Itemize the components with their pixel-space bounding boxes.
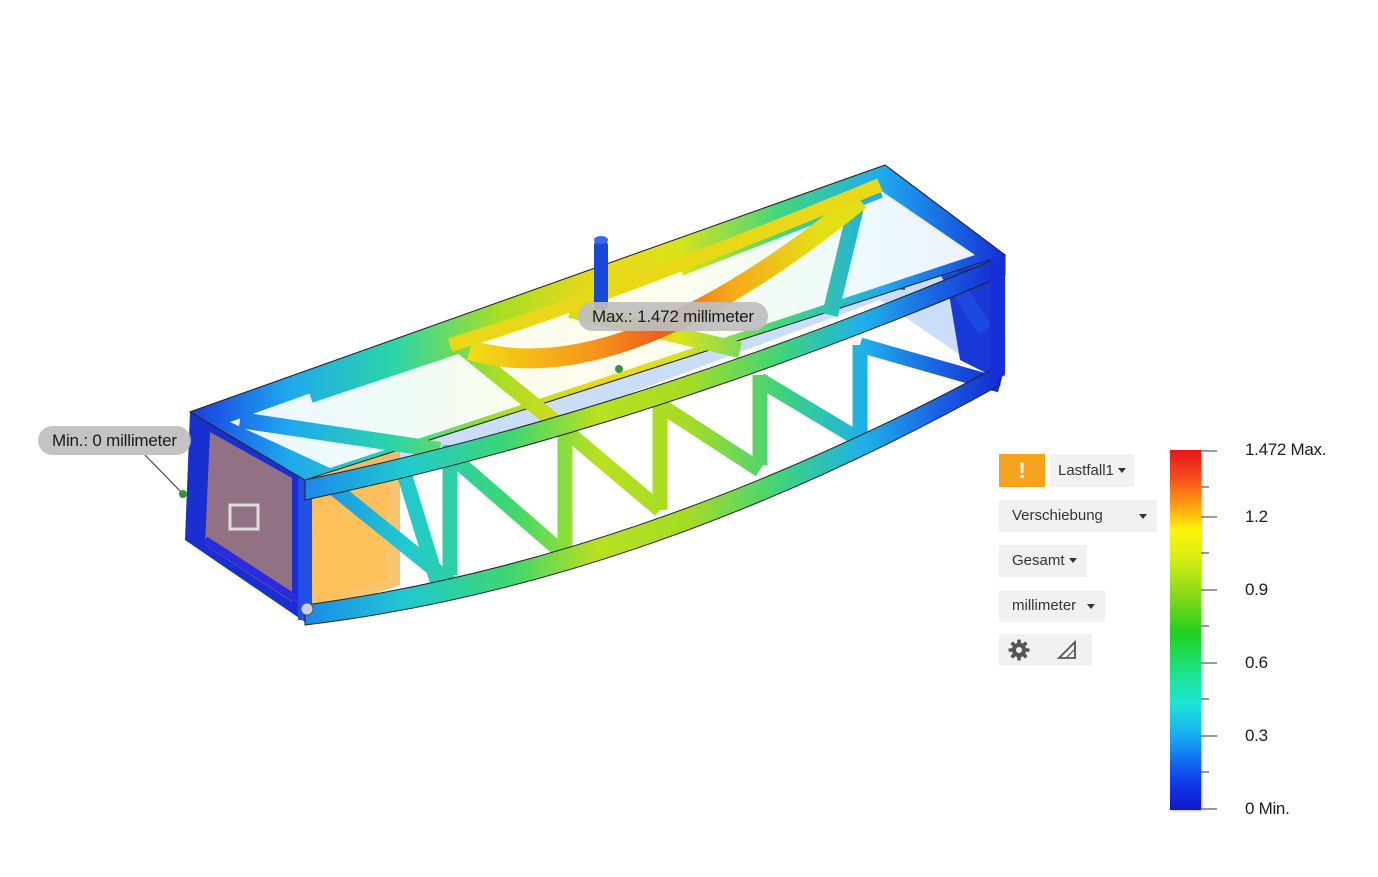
unit-label: millimeter (1012, 597, 1077, 614)
chevron-down-icon (1117, 467, 1126, 473)
gear-icon[interactable] (1007, 638, 1031, 662)
max-probe-callout[interactable]: Max.: 1.472 millimeter (578, 302, 768, 331)
origin-marker[interactable] (300, 602, 314, 616)
warning-button[interactable]: ! (999, 454, 1045, 487)
min-leader-line (144, 454, 184, 495)
unit-select[interactable]: millimeter (999, 590, 1105, 622)
min-probe-callout[interactable]: Min.: 0 millimeter (38, 426, 191, 455)
load-case-select[interactable]: Lastfall1 (1050, 454, 1134, 487)
result-type-label: Verschiebung (1012, 507, 1103, 524)
legend-label-0-3: 0.3 (1245, 726, 1268, 745)
component-select[interactable]: Gesamt (999, 545, 1087, 577)
legend-ticks (1201, 450, 1217, 810)
legend-label-min: 0 Min. (1245, 799, 1290, 818)
chevron-down-icon (1139, 514, 1147, 519)
legend-label-0-6: 0.6 (1245, 653, 1268, 672)
legend-label-1-2: 1.2 (1245, 507, 1268, 526)
probe-icon[interactable] (1056, 639, 1078, 661)
chevron-down-icon (1068, 557, 1077, 563)
load-case-label: Lastfall1 (1058, 462, 1114, 479)
max-probe-marker[interactable] (615, 365, 623, 373)
panel-tools (999, 634, 1092, 666)
result-type-select[interactable]: Verschiebung (999, 500, 1157, 532)
load-arrow (594, 236, 608, 310)
warning-icon: ! (1018, 458, 1026, 483)
legend-label-max: 1.472 Max. (1245, 440, 1327, 459)
component-label: Gesamt (1012, 552, 1065, 569)
color-legend-bar (1170, 450, 1201, 810)
legend-label-0-9: 0.9 (1245, 580, 1268, 599)
min-probe-marker[interactable] (179, 490, 187, 498)
right-end-frame (990, 255, 1005, 385)
chevron-down-icon (1087, 604, 1095, 609)
